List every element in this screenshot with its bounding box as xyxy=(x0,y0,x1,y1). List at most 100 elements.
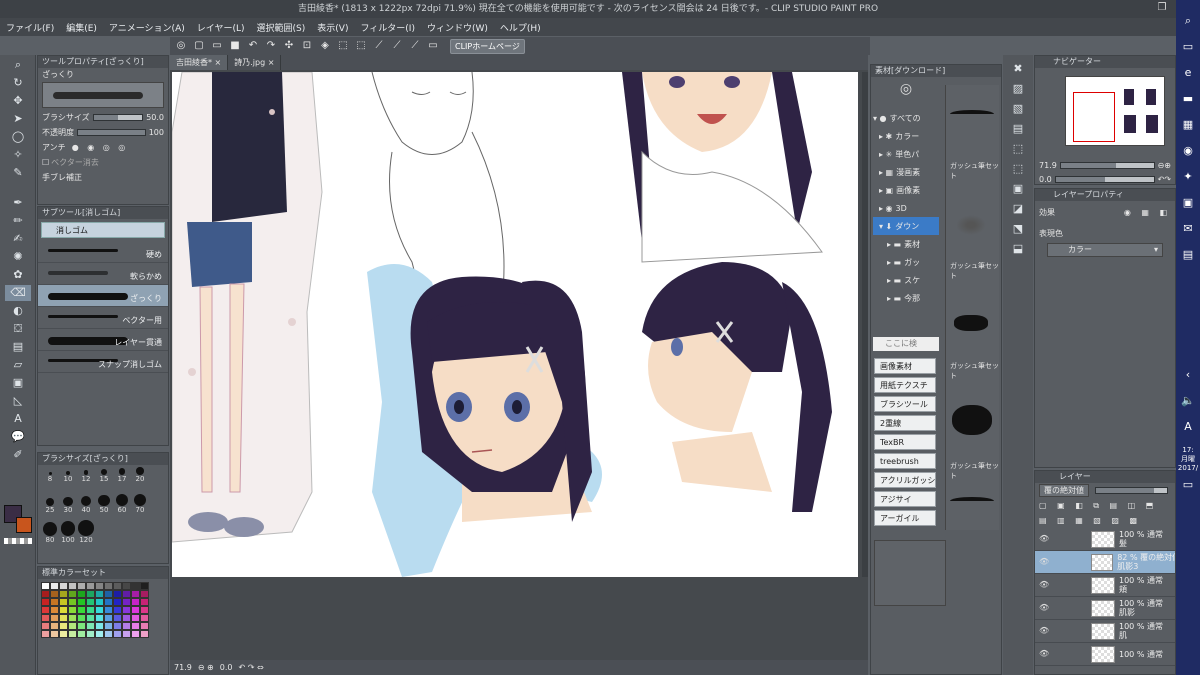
color-swatch[interactable] xyxy=(41,582,50,590)
color-swatch[interactable] xyxy=(86,590,95,598)
color-swatch[interactable] xyxy=(140,582,149,590)
color-swatch[interactable] xyxy=(113,606,122,614)
stabilization-row[interactable]: 手ブレ補正 xyxy=(38,170,168,185)
sub-tool-item-hard[interactable]: 硬め xyxy=(38,241,168,263)
eye-icon[interactable]: 👁 xyxy=(1039,603,1049,612)
rotate-controls-icon[interactable]: ↶↷ xyxy=(1158,175,1171,184)
layer-row[interactable]: 👁 100 % 通常 xyxy=(1035,643,1175,666)
color-swatch[interactable] xyxy=(59,630,68,638)
navigator-thumbnail[interactable] xyxy=(1065,76,1165,146)
tree-item[interactable]: ▸ ▬ ガッ xyxy=(873,253,939,271)
material-tag[interactable]: 用紙テクスチ xyxy=(874,377,936,393)
transform-icon[interactable]: ⊡ xyxy=(300,40,314,52)
color-swatch[interactable] xyxy=(86,630,95,638)
color-swatch[interactable] xyxy=(104,630,113,638)
color-swatch[interactable] xyxy=(122,598,131,606)
material-tag[interactable]: アーガイル xyxy=(874,510,936,526)
transparent-color-swatch[interactable] xyxy=(4,538,32,544)
pen-tool-icon[interactable]: ✒ xyxy=(5,195,31,211)
color-swatch[interactable] xyxy=(59,590,68,598)
menu-filter[interactable]: フィルター(I) xyxy=(360,21,415,34)
brush-size-cell[interactable]: 20 xyxy=(132,467,148,487)
opacity-slider[interactable] xyxy=(77,129,146,136)
task-view-icon[interactable]: ▭ xyxy=(1181,40,1195,54)
color-swatch[interactable] xyxy=(104,582,113,590)
tree-item[interactable]: ▸ ▬ 素材 xyxy=(873,235,939,253)
color-swatch[interactable] xyxy=(86,598,95,606)
color-swatch[interactable] xyxy=(104,614,113,622)
material-icon[interactable]: ▣ xyxy=(1005,181,1031,197)
color-swatch[interactable] xyxy=(122,582,131,590)
color-swatch[interactable] xyxy=(140,622,149,630)
color-swatch[interactable] xyxy=(86,606,95,614)
material-icon[interactable]: ⬓ xyxy=(1005,241,1031,257)
color-swatch[interactable] xyxy=(95,614,104,622)
color-swatch[interactable] xyxy=(104,590,113,598)
navigator-zoom-row[interactable]: 71.9 ⊖⊕ xyxy=(1035,158,1175,173)
color-swatch[interactable] xyxy=(104,606,113,614)
deselect-icon[interactable]: ⬚ xyxy=(336,40,350,52)
canvas-page[interactable] xyxy=(172,72,858,577)
material-preview[interactable]: ガッシュ筆セット xyxy=(946,185,999,285)
color-swatch[interactable] xyxy=(68,622,77,630)
sub-tool-item-soft[interactable]: 軟らかめ xyxy=(38,263,168,285)
eyedropper-icon[interactable]: ✎ xyxy=(5,165,31,181)
pencil-tool-icon[interactable]: ✏ xyxy=(5,213,31,229)
brush-size-cell[interactable]: 12 xyxy=(78,469,94,490)
color-swatch[interactable] xyxy=(41,614,50,622)
color-swatch[interactable] xyxy=(95,598,104,606)
color-swatch[interactable] xyxy=(77,582,86,590)
material-tag[interactable]: treebrush xyxy=(874,453,936,469)
material-icon[interactable]: ▧ xyxy=(1005,101,1031,117)
chevron-up-icon[interactable]: ‹ xyxy=(1181,368,1195,382)
tree-item[interactable]: ▸ ▬ スケ xyxy=(873,271,939,289)
color-swatch[interactable] xyxy=(131,598,140,606)
balloon-tool-icon[interactable]: 💬 xyxy=(5,429,31,445)
move-tool-icon[interactable]: ✥ xyxy=(5,93,31,109)
brush-size-cell[interactable]: 40 xyxy=(78,496,94,516)
app-icon[interactable]: ▤ xyxy=(1181,248,1195,262)
color-swatch[interactable] xyxy=(50,598,59,606)
color-swatch[interactable] xyxy=(95,590,104,598)
brush-size-cell[interactable]: 8 xyxy=(42,471,58,492)
app-icon[interactable]: ◉ xyxy=(1181,144,1195,158)
layer-row[interactable]: 👁 100 % 通常肌 xyxy=(1035,620,1175,643)
color-swatch-grid[interactable] xyxy=(38,579,158,641)
tree-item[interactable]: ▸ ▣ 画像素 xyxy=(873,181,939,199)
color-swatch[interactable] xyxy=(113,630,122,638)
tree-item[interactable]: ▸ ◉ 3D xyxy=(873,199,939,217)
brush-size-cell[interactable]: 80 xyxy=(42,521,58,544)
expression-color-select[interactable]: カラー ▾ xyxy=(1047,243,1163,257)
close-tab-icon[interactable]: × xyxy=(215,58,222,67)
color-swatch[interactable] xyxy=(59,606,68,614)
ruler-tool-icon[interactable]: ◺ xyxy=(5,393,31,409)
color-swatch[interactable] xyxy=(113,582,122,590)
menu-window[interactable]: ウィンドウ(W) xyxy=(427,21,488,34)
layer-row[interactable]: 👁 100 % 通常 肌影 xyxy=(1035,597,1175,620)
material-tag[interactable]: TexBR xyxy=(874,434,936,450)
blend-mode-row[interactable]: 覆の絶対値 xyxy=(1035,483,1175,498)
menu-help[interactable]: ヘルプ(H) xyxy=(500,21,541,34)
color-swatch[interactable] xyxy=(68,598,77,606)
open-file-icon[interactable]: ▭ xyxy=(210,40,224,52)
antialias-row[interactable]: アンチ ● ◉ ◎ ◎ xyxy=(38,140,168,155)
layer-toolbar-2[interactable]: ▤ ▥ ▦ ▧ ▨ ▩ xyxy=(1035,513,1175,528)
color-swatch[interactable] xyxy=(68,590,77,598)
menu-view[interactable]: 表示(V) xyxy=(317,21,348,34)
color-swatch[interactable] xyxy=(122,590,131,598)
sub-tool-item-snap-eraser[interactable]: スナップ消しゴム xyxy=(38,351,168,373)
color-swatch[interactable] xyxy=(59,622,68,630)
brush-size-cell[interactable]: 70 xyxy=(132,493,148,514)
blend-tool-icon[interactable]: ◐ xyxy=(5,303,31,319)
color-swatch[interactable] xyxy=(122,606,131,614)
color-swatch[interactable] xyxy=(104,598,113,606)
color-swatch[interactable] xyxy=(86,622,95,630)
rotate-controls-icon[interactable]: ↶ ↷ ⇔ xyxy=(239,663,264,672)
tree-item[interactable]: ▸ ▬ 今那 xyxy=(873,289,939,307)
layer-toolbar[interactable]: ▢ ▣ ◧ ⧉ ▤ ◫ ⬒ xyxy=(1035,498,1175,513)
tree-item[interactable]: ▾ ● すべての xyxy=(873,109,939,127)
material-icon[interactable]: ⬚ xyxy=(1005,161,1031,177)
color-swatch[interactable] xyxy=(131,590,140,598)
color-swatch[interactable] xyxy=(122,614,131,622)
color-swatch[interactable] xyxy=(68,582,77,590)
